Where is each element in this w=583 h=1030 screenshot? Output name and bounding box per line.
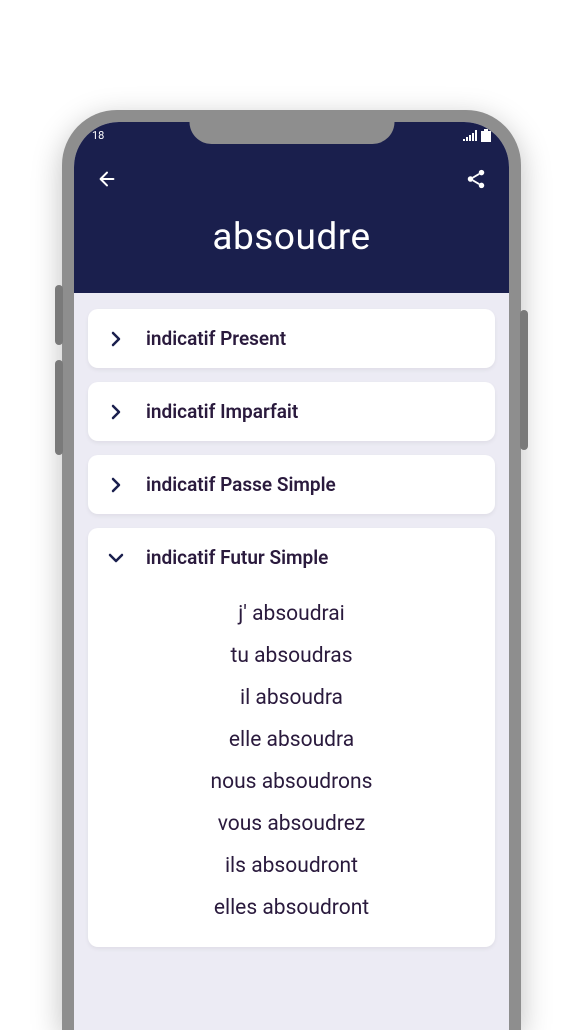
section-toggle[interactable]: indicatif Present (88, 309, 495, 368)
content-area: indicatif Present indicatif Imparfait in… (74, 293, 509, 977)
screen: 18 absoudre (74, 122, 509, 1030)
section-title: indicatif Passe Simple (146, 473, 336, 496)
section-card: indicatif Futur Simple j' absoudrai tu a… (88, 528, 495, 947)
share-button[interactable] (461, 164, 491, 194)
chevron-down-icon (106, 552, 126, 564)
phone-frame: 18 absoudre (62, 110, 521, 1030)
battery-icon (481, 129, 491, 142)
conjugation-line: ils absoudront (106, 845, 477, 887)
notch (189, 110, 394, 144)
status-time: 18 (92, 129, 104, 142)
conjugation-line: elle absoudra (106, 719, 477, 761)
conjugation-line: vous absoudrez (106, 803, 477, 845)
conjugation-line: j' absoudrai (106, 593, 477, 635)
section-card: indicatif Imparfait (88, 382, 495, 441)
chevron-right-icon (106, 403, 126, 421)
section-title: indicatif Imparfait (146, 400, 298, 423)
side-button (55, 285, 63, 345)
section-title: indicatif Present (146, 327, 286, 350)
side-button (520, 310, 528, 450)
conjugation-line: il absoudra (106, 677, 477, 719)
conjugation-line: tu absoudras (106, 635, 477, 677)
app-header: absoudre (74, 148, 509, 293)
section-card: indicatif Present (88, 309, 495, 368)
side-button (55, 360, 63, 455)
conjugation-line: nous absoudrons (106, 761, 477, 803)
signal-icon (463, 130, 477, 141)
section-toggle[interactable]: indicatif Futur Simple (88, 528, 495, 587)
section-title: indicatif Futur Simple (146, 546, 328, 569)
chevron-right-icon (106, 476, 126, 494)
back-button[interactable] (92, 164, 122, 194)
conjugation-line: elles absoudront (106, 887, 477, 929)
section-toggle[interactable]: indicatif Passe Simple (88, 455, 495, 514)
chevron-right-icon (106, 330, 126, 348)
section-card: indicatif Passe Simple (88, 455, 495, 514)
page-title: absoudre (92, 216, 491, 259)
section-toggle[interactable]: indicatif Imparfait (88, 382, 495, 441)
section-body: j' absoudrai tu absoudras il absoudra el… (88, 587, 495, 947)
